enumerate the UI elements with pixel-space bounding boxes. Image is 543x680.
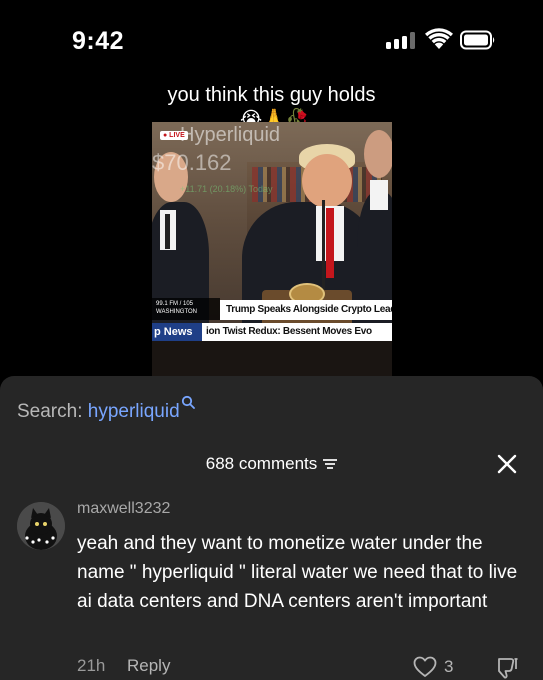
avatar[interactable]: [17, 502, 65, 550]
cellular-signal-icon: [386, 32, 416, 49]
close-icon[interactable]: [496, 453, 518, 475]
overlay-ticker-text: Hyperliquid: [180, 124, 281, 146]
video-player[interactable]: Hyperliquid $70.162 +11.71 (20.18%) Toda…: [152, 122, 392, 380]
radio-line-1: 99.1 FM / 105: [156, 301, 194, 307]
news-network-label: p News: [152, 323, 202, 341]
video-tie-center: [326, 208, 334, 278]
search-term[interactable]: hyperliquid: [88, 401, 180, 422]
wifi-icon: [425, 28, 453, 49]
heart-icon[interactable]: [413, 656, 437, 678]
news-ticker-bar: p News ion Twist Redux: Bessent Moves Ev…: [152, 323, 392, 341]
comment-meta: 21h Reply 3: [77, 656, 527, 680]
overlay-change-text: +11.71 (20.18%) Today: [180, 184, 273, 194]
battery-icon: [460, 30, 495, 50]
cat-avatar-image: [17, 502, 65, 550]
status-bar: 9:42: [0, 0, 543, 80]
broadcast-headline: Trump Speaks Alongside Crypto Leade: [220, 300, 392, 320]
video-shirt-right: [370, 180, 388, 210]
thumbs-down-icon[interactable]: [497, 656, 519, 680]
comment-timestamp: 21h: [77, 656, 106, 675]
comments-sheet: Search: hyperliquid 688 comments maxwell…: [0, 376, 543, 680]
comments-count-header[interactable]: 688 comments: [0, 454, 543, 474]
search-prefix: Search:: [17, 401, 88, 422]
search-icon: [181, 395, 195, 409]
comment-text: yeah and they want to monetize water und…: [77, 533, 518, 612]
broadcast-radio-tag: 99.1 FM / 105 WASHINGTON: [152, 298, 220, 320]
clock: 9:42: [72, 27, 125, 55]
video-tie-left: [165, 214, 170, 249]
overlay-price-text: $70.162: [152, 150, 232, 175]
search-suggestion[interactable]: Search: hyperliquid: [17, 395, 195, 423]
radio-line-2: WASHINGTON: [156, 309, 198, 315]
video-bottom-area: [152, 341, 392, 380]
comments-count: 688 comments: [205, 454, 318, 473]
filter-icon[interactable]: [323, 458, 338, 470]
comment-username[interactable]: maxwell3232: [77, 500, 170, 518]
video-caption: you think this guy holds: [167, 84, 376, 106]
video-face-center: [302, 154, 352, 208]
news-ticker-text: ion Twist Redux: Bessent Moves Evo: [206, 326, 372, 337]
reply-button[interactable]: Reply: [127, 656, 170, 676]
video-microphone: [322, 200, 325, 292]
like-count: 3: [444, 657, 454, 676]
video-face-right: [364, 130, 392, 178]
live-badge: ● LIVE: [160, 131, 188, 140]
